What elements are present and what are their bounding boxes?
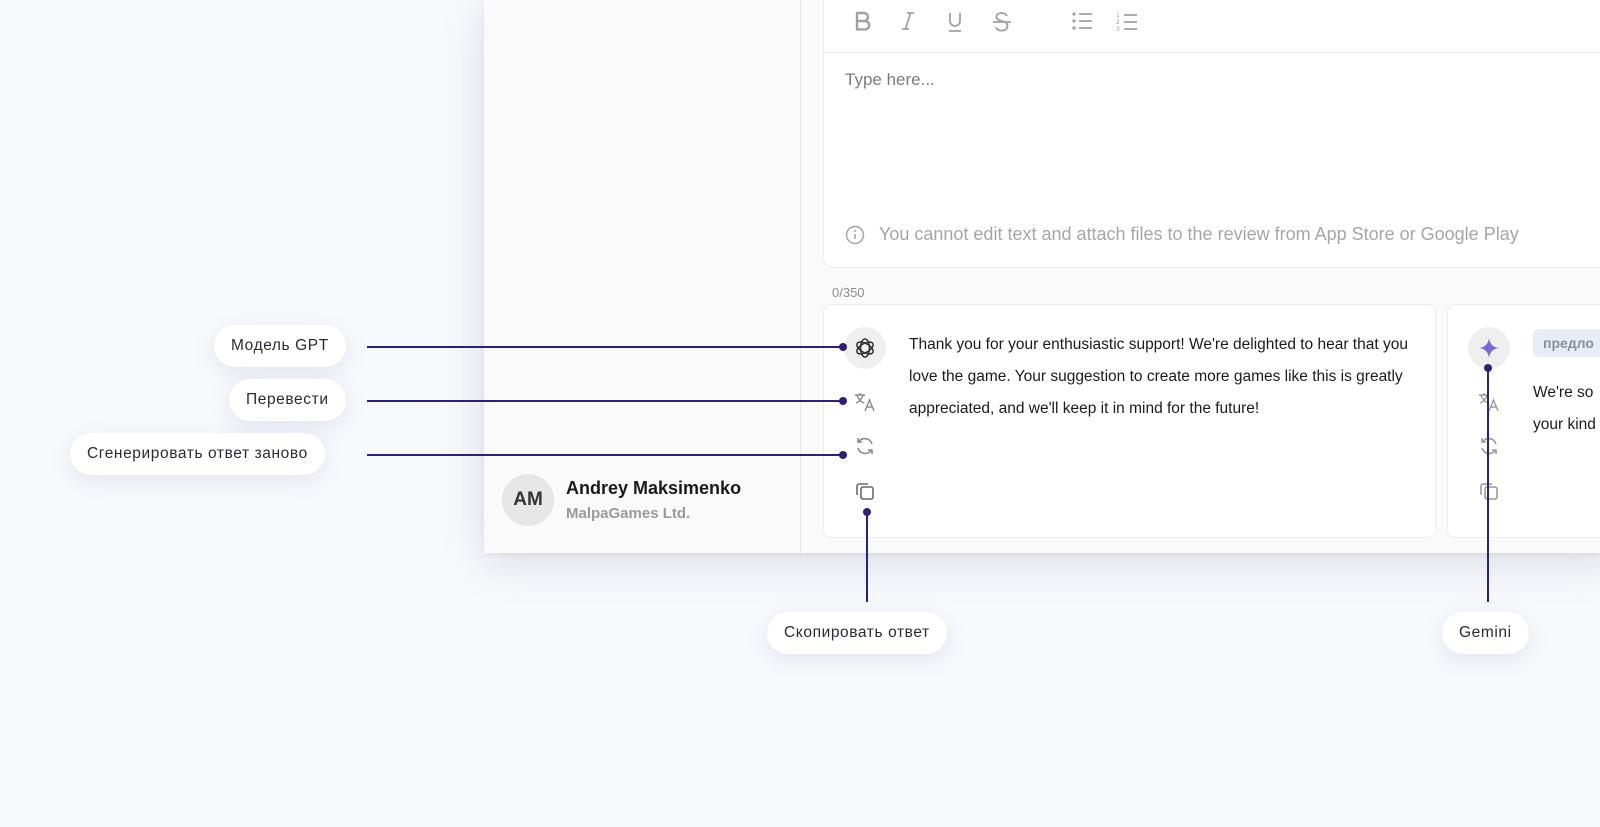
translate-icon[interactable]	[854, 391, 876, 413]
callout-dot-gpt	[839, 343, 847, 351]
svg-text:3: 3	[1116, 26, 1120, 33]
callout-copy: Скопировать ответ	[767, 612, 947, 654]
underline-icon[interactable]	[941, 11, 969, 33]
copy-icon[interactable]	[854, 480, 876, 502]
regenerate-icon[interactable]	[1478, 435, 1500, 457]
gemini-answer-line: your kind	[1533, 416, 1596, 433]
gpt-answer-text: Thank you for your enthusiastic support!…	[909, 336, 1408, 417]
callout-line-regenerate	[367, 454, 843, 456]
user-company: MalpaGames Ltd.	[566, 505, 691, 522]
callout-line-gemini	[1487, 368, 1489, 602]
numbered-list-icon[interactable]: 123	[1113, 11, 1141, 33]
notice-text: You cannot edit text and attach files to…	[879, 224, 1519, 244]
callout-line-gpt	[367, 346, 843, 348]
callout-regenerate: Сгенерировать ответ заново	[70, 433, 325, 475]
strikethrough-icon[interactable]	[988, 11, 1016, 33]
callout-dot-regenerate	[839, 451, 847, 459]
app-window: AM Andrey Maksimenko MalpaGames Ltd. 1 2…	[484, 0, 1600, 553]
bullet-list-icon[interactable]	[1068, 11, 1096, 33]
bold-icon[interactable]	[849, 11, 877, 33]
openai-icon	[844, 327, 886, 369]
reply-editor: 123 Type here... You cannot edit text an…	[823, 0, 1600, 268]
callout-line-translate	[367, 400, 843, 402]
translate-icon[interactable]	[1478, 391, 1500, 413]
regenerate-icon[interactable]	[854, 435, 876, 457]
italic-icon[interactable]	[894, 11, 922, 33]
callout-line-copy	[866, 512, 868, 602]
user-name: Andrey Maksimenko	[566, 478, 742, 498]
gemini-sparkle-icon	[1468, 327, 1510, 369]
gemini-answer-line: We're so	[1533, 384, 1594, 401]
suggestion-tag: предло	[1533, 329, 1600, 357]
character-counter: 0/350	[832, 285, 865, 300]
info-icon	[845, 225, 865, 244]
callout-dot-gemini	[1484, 364, 1492, 372]
gpt-answer-card[interactable]: Thank you for your enthusiastic support!…	[823, 304, 1436, 538]
svg-text:2: 2	[1116, 19, 1120, 26]
callout-dot-copy	[863, 508, 871, 516]
copy-icon[interactable]	[1478, 480, 1500, 502]
svg-text:1: 1	[1116, 12, 1120, 19]
reply-input-placeholder[interactable]: Type here...	[845, 70, 935, 90]
format-toolbar: 123	[824, 0, 1600, 53]
user-block: AM Andrey Maksimenko MalpaGames Ltd.	[502, 474, 741, 526]
callout-gemini: Gemini	[1442, 612, 1529, 654]
avatar: AM	[502, 474, 554, 526]
callout-gpt-model: Модель GPT	[214, 325, 346, 367]
callout-dot-translate	[839, 397, 847, 405]
gemini-answer-text: We're so your kind	[1533, 377, 1600, 441]
edit-restriction-notice: You cannot edit text and attach files to…	[845, 224, 1519, 245]
panel-divider	[800, 0, 801, 553]
gemini-answer-card[interactable]: предло We're so your kind	[1447, 304, 1600, 538]
callout-translate: Перевести	[229, 379, 346, 421]
